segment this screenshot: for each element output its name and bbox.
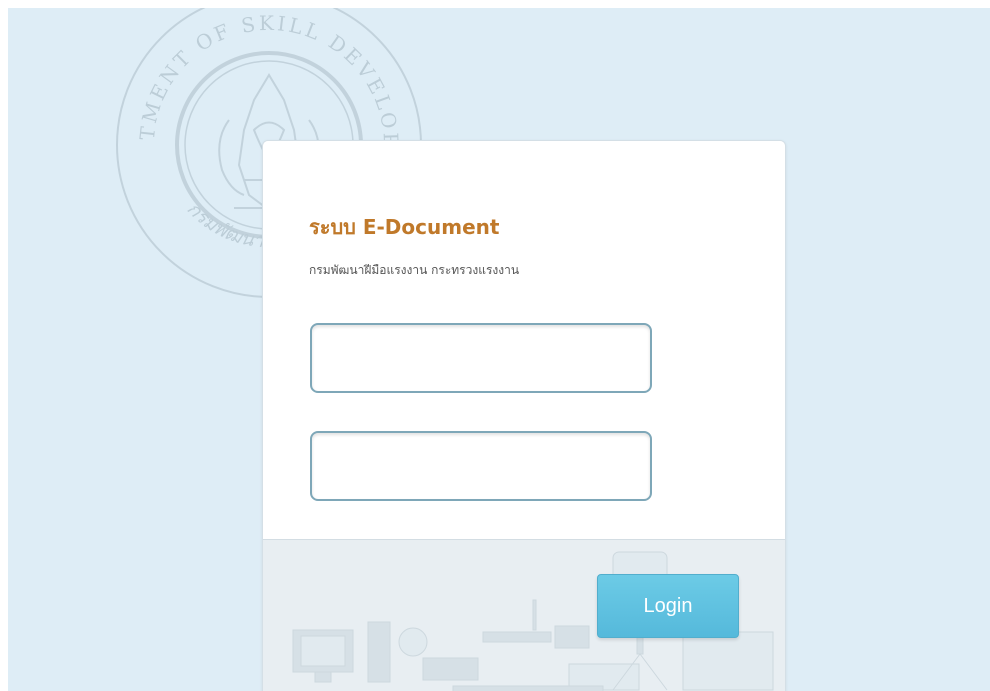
page-subtitle: กรมพัฒนาฝีมือแรงงาน กระทรวงแรงงาน [309,263,520,277]
page-background: DEPARTMENT OF SKILL DEVELOPMENT กรมพัฒนา… [8,8,990,691]
login-card: ระบบ E-Document กรมพัฒนาฝีมือแรงงาน กระท… [262,140,786,691]
login-button[interactable]: Login [597,574,739,638]
username-input[interactable] [310,323,652,393]
password-input[interactable] [310,431,652,501]
page-title: ระบบ E-Document [309,215,500,239]
card-footer: Login [263,539,785,691]
login-form: ระบบ E-Document กรมพัฒนาฝีมือแรงงาน กระท… [263,141,785,539]
